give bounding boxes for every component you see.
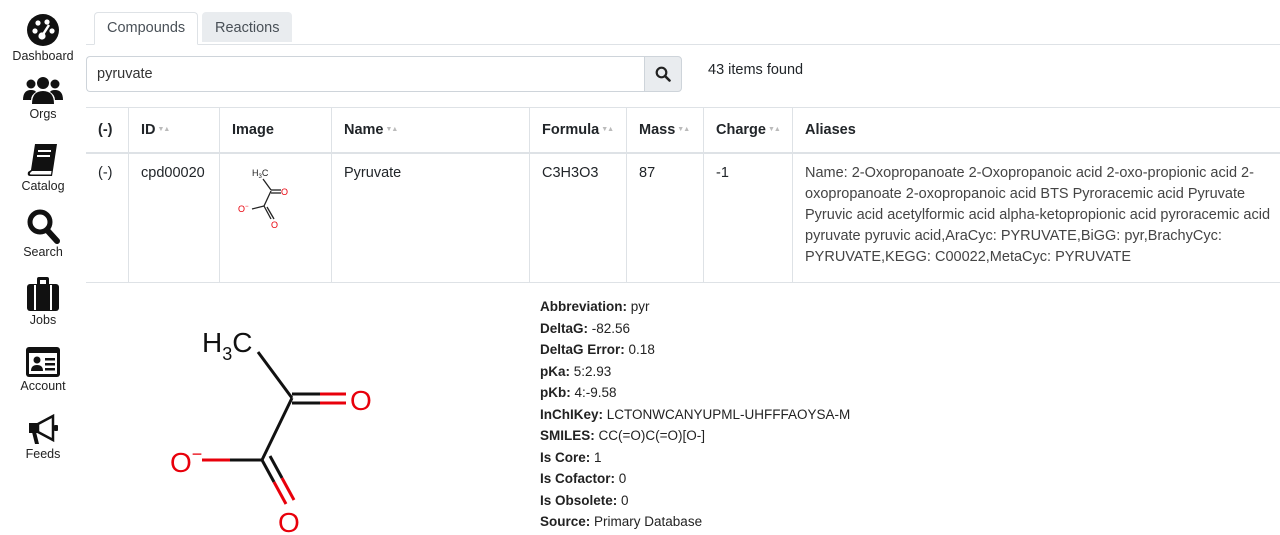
search-icon	[27, 209, 60, 244]
sort-arrows-icon[interactable]: ▼▲	[158, 126, 171, 133]
tab-reactions[interactable]: Reactions	[202, 12, 293, 42]
sidebar-item-search[interactable]: Search	[0, 208, 86, 259]
sidebar-item-label: Catalog	[21, 179, 65, 193]
sidebar-item-label: Feeds	[25, 447, 61, 461]
users-icon	[23, 77, 63, 104]
column-header-toggle[interactable]: (-)	[86, 108, 128, 152]
sidebar-item-orgs[interactable]: Orgs	[0, 74, 86, 121]
dashboard-icon	[27, 14, 59, 46]
sort-arrows-icon[interactable]: ▼▲	[768, 126, 781, 133]
detail-is-obsolete: Is Obsolete: 0	[540, 492, 629, 508]
results-count: 43 items found	[708, 62, 804, 78]
sidebar-item-label: Jobs	[29, 313, 57, 327]
compound-charge: -1	[703, 151, 792, 282]
detail-abbreviation: Abbreviation: pyr	[540, 299, 650, 314]
svg-text:O: O	[350, 385, 372, 416]
column-header-id[interactable]: ID ▼▲	[128, 108, 219, 152]
sidebar-item-label: Account	[20, 379, 66, 393]
svg-text:O: O	[278, 507, 300, 535]
pyruvate-structure-thumbnail: H3C O O− O	[238, 168, 288, 230]
briefcase-icon	[27, 277, 59, 311]
row-toggle[interactable]: (-)	[86, 151, 128, 282]
search-button[interactable]	[644, 56, 682, 92]
sidebar-item-account[interactable]: Account	[0, 346, 86, 393]
detail-deltag-error: DeltaG Error: 0.18	[540, 342, 655, 357]
column-header-charge[interactable]: Charge ▼▲	[703, 108, 792, 152]
compound-image: H3C O O− O	[219, 151, 331, 282]
compound-formula: C3H3O3	[529, 151, 626, 282]
sidebar-item-label: Orgs	[29, 107, 57, 121]
compound-mass: 87	[626, 151, 703, 282]
search-input[interactable]	[86, 56, 644, 92]
sidebar-item-catalog[interactable]: Catalog	[0, 142, 86, 193]
sidebar-item-feeds[interactable]: Feeds	[0, 412, 86, 461]
detail-is-cofactor: Is Cofactor: 0	[540, 471, 627, 486]
search-icon	[655, 66, 671, 82]
compound-details: Abbreviation: pyr DeltaG: -82.56 DeltaG …	[540, 296, 850, 533]
detail-source: Source: Primary Database	[540, 514, 703, 529]
book-icon	[27, 144, 57, 176]
sidebar-nav: Dashboard Orgs Catalog Search Jobs Accou…	[0, 0, 86, 535]
column-header-aliases: Aliases	[792, 108, 1280, 152]
pyruvate-structure-large: H3C O O− O	[170, 327, 372, 535]
sidebar-item-jobs[interactable]: Jobs	[0, 276, 86, 327]
detail-inchikey: InChIKey: LCTONWCANYUPML-UHFFFAOYSA-M	[540, 406, 851, 422]
column-header-image: Image	[219, 108, 331, 152]
table-row[interactable]: (-) cpd00020 H3C O O− O Pyruvate C3H3O3 …	[86, 151, 1280, 283]
svg-text:O: O	[281, 187, 288, 197]
sidebar-item-label: Search	[23, 245, 63, 259]
sort-arrows-icon[interactable]: ▼▲	[677, 126, 690, 133]
svg-text:O−: O−	[238, 204, 249, 214]
sort-arrows-icon[interactable]: ▼▲	[386, 126, 399, 133]
column-header-formula[interactable]: Formula ▼▲	[529, 108, 626, 152]
tab-bar: Compounds Reactions	[86, 10, 1280, 45]
id-card-icon	[26, 347, 60, 377]
svg-text:O: O	[271, 220, 278, 230]
svg-text:O−: O−	[170, 444, 202, 478]
sidebar-item-label: Dashboard	[12, 49, 74, 63]
detail-pka: pKa: 5:2.93	[540, 363, 612, 379]
detail-smiles: SMILES: CC(=O)C(=O)[O-]	[540, 428, 706, 443]
detail-is-core: Is Core: 1	[540, 449, 602, 465]
svg-text:H3C: H3C	[252, 168, 269, 180]
table-header-row: (-) ID ▼▲ Image Name ▼▲ Formula ▼▲ Mass ▼▲ C…	[86, 107, 1280, 154]
megaphone-icon	[29, 413, 58, 444]
compound-id: cpd00020	[128, 151, 219, 282]
svg-text:H3C: H3C	[202, 327, 252, 364]
detail-pkb: pKb: 4:-9.58	[540, 385, 617, 400]
column-header-name[interactable]: Name ▼▲	[331, 108, 529, 152]
compound-name: Pyruvate	[331, 151, 529, 282]
sort-arrows-icon[interactable]: ▼▲	[601, 126, 614, 133]
column-header-mass[interactable]: Mass ▼▲	[626, 108, 703, 152]
detail-deltag: DeltaG: -82.56	[540, 320, 631, 336]
sidebar-item-dashboard[interactable]: Dashboard	[0, 12, 86, 63]
tab-compounds[interactable]: Compounds	[94, 12, 199, 45]
compound-aliases: Name: 2-Oxopropanoate 2-Oxopropanoic aci…	[792, 151, 1280, 282]
